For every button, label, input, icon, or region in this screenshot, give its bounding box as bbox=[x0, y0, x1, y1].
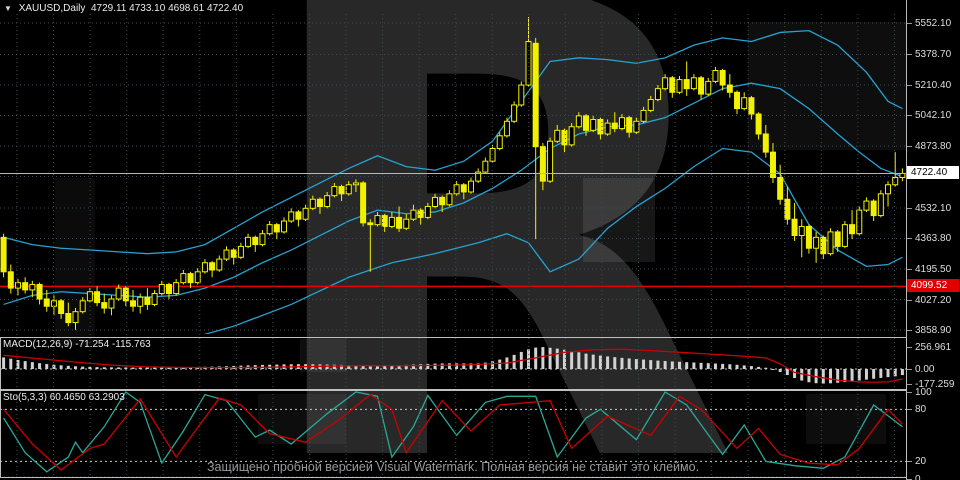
ohlc-close: 4722.40 bbox=[207, 3, 243, 14]
macd-tick-label: 0.00 bbox=[915, 364, 934, 375]
price-tick-label: 4027.20 bbox=[915, 295, 951, 306]
price-tick-label: 4532.10 bbox=[915, 203, 951, 214]
price-tick-label: 5042.10 bbox=[915, 110, 951, 121]
symbol-timeframe-label: XAUUSD,Daily bbox=[19, 3, 86, 14]
price-tick-label: 5378.70 bbox=[915, 49, 951, 60]
sto-tick-label: 80 bbox=[915, 404, 926, 415]
price-scale-separator bbox=[906, 0, 907, 480]
sto-tick-label: 20 bbox=[915, 456, 926, 467]
trading-terminal-chart: R ▼ XAUUSD,Daily 4729.11 4733.10 4698.61… bbox=[0, 0, 960, 480]
ohlc-high: 4733.10 bbox=[129, 3, 165, 14]
stochastic-indicator-label: Sto(5,3,3) 60.4650 63.2903 bbox=[3, 392, 125, 403]
ohlc-low: 4698.61 bbox=[168, 3, 204, 14]
current-price-badge: 4722.40 bbox=[907, 166, 959, 179]
sto-tick-label: 100 bbox=[915, 387, 932, 398]
symbol-ohlc-header: ▼ XAUUSD,Daily 4729.11 4733.10 4698.61 4… bbox=[4, 3, 243, 14]
price-tick-label: 3858.90 bbox=[915, 325, 951, 336]
horizontal-level-badge: 4099.52 bbox=[907, 279, 959, 292]
sto-name: Sto(5,3,3) bbox=[3, 392, 47, 403]
macd-name: MACD(12,26,9) bbox=[3, 339, 72, 350]
macd-signal-value: -115.763 bbox=[112, 339, 151, 350]
price-tick-label: 4195.50 bbox=[915, 264, 951, 275]
symbol-triangle-icon: ▼ bbox=[4, 4, 12, 13]
price-tick-label: 5552.10 bbox=[915, 18, 951, 29]
macd-tick-label: 256.961 bbox=[915, 342, 951, 353]
price-tick-label: 5210.40 bbox=[915, 80, 951, 91]
chart-canvas[interactable] bbox=[0, 0, 960, 480]
macd-value: -71.254 bbox=[75, 339, 109, 350]
sto-d-value: 63.2903 bbox=[89, 392, 125, 403]
macd-indicator-label: MACD(12,26,9) -71.254 -115.763 bbox=[3, 339, 151, 350]
price-tick-label: 4873.80 bbox=[915, 141, 951, 152]
sto-tick-label: 0 bbox=[915, 474, 921, 480]
sto-k-value: 60.4650 bbox=[50, 392, 86, 403]
ohlc-open: 4729.11 bbox=[91, 3, 126, 14]
watermark-trial-text: Защищено пробной версией Visual Watermar… bbox=[0, 460, 906, 474]
price-tick-label: 4363.80 bbox=[915, 233, 951, 244]
